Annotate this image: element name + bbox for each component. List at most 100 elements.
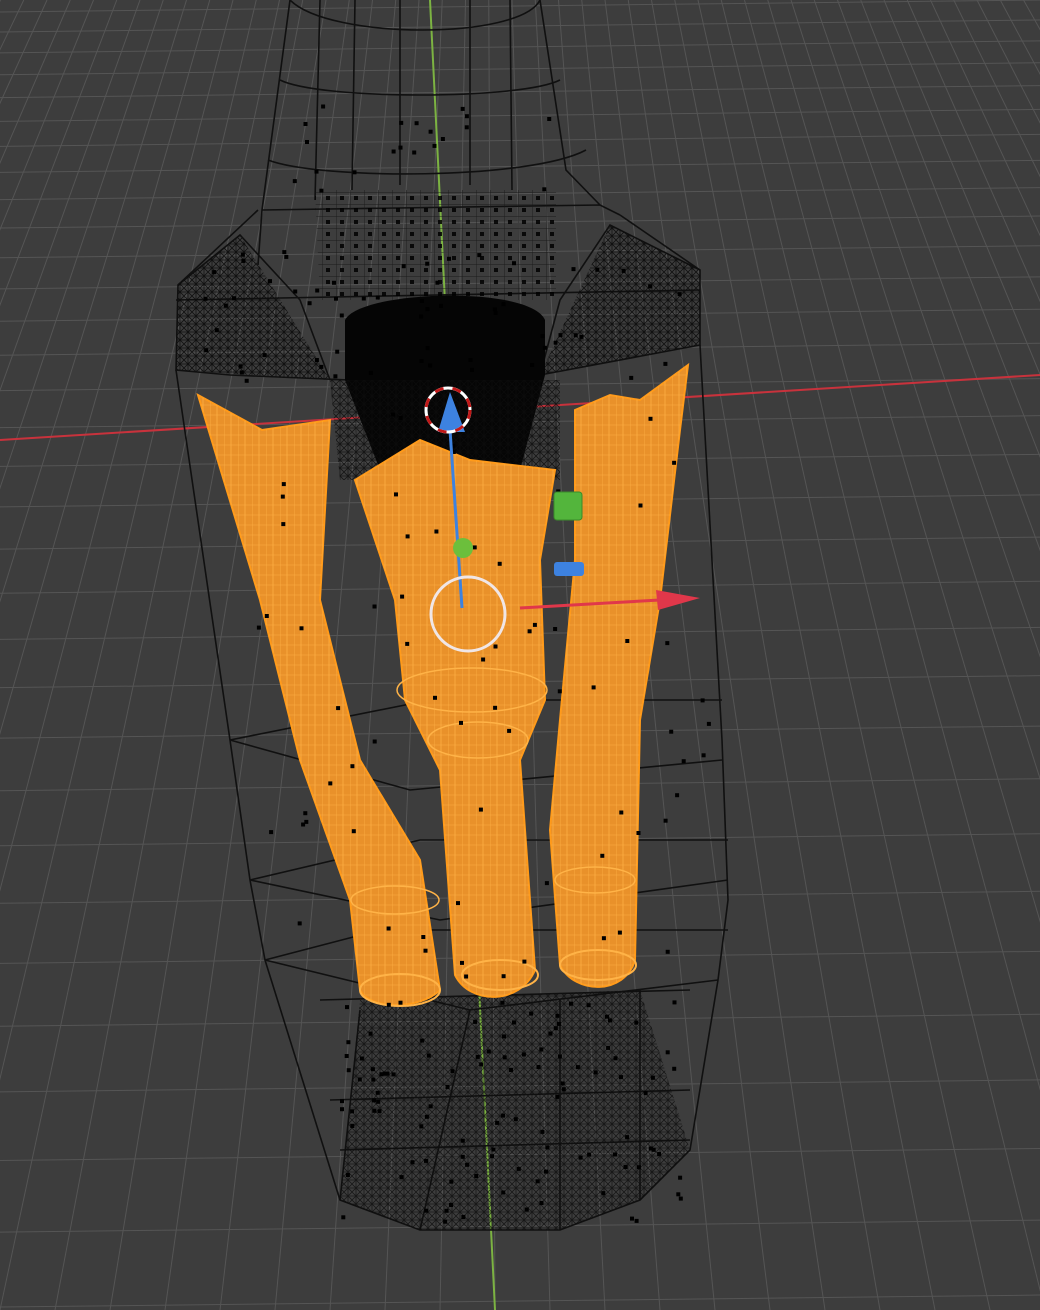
mesh-vertex bbox=[377, 1109, 382, 1114]
mesh-vertex bbox=[657, 1152, 662, 1156]
mesh-vertex bbox=[648, 416, 653, 421]
mesh-vertex bbox=[548, 1031, 553, 1036]
mesh-vertex bbox=[203, 296, 208, 301]
mesh-vertex bbox=[424, 1158, 428, 1163]
mesh-vertex bbox=[368, 1031, 373, 1036]
mesh-vertex bbox=[636, 831, 641, 835]
grid-line bbox=[0, 0, 234, 892]
mesh-vertex bbox=[677, 292, 682, 297]
gizmo-y-axis-handle[interactable] bbox=[453, 538, 473, 558]
mesh-vertex bbox=[625, 1135, 630, 1140]
mesh-vertex bbox=[665, 1050, 670, 1055]
mesh-vertex bbox=[424, 1208, 429, 1213]
grid-line bbox=[999, 0, 1040, 75]
mesh-vertex bbox=[264, 614, 269, 618]
mesh-vertex bbox=[332, 280, 336, 285]
mesh-vertex bbox=[447, 256, 451, 261]
mesh-vertex bbox=[449, 1179, 454, 1184]
mesh-vertex bbox=[385, 1071, 390, 1076]
grid-line bbox=[1023, 0, 1040, 31]
mesh-vertex bbox=[681, 759, 686, 764]
mesh-vertex bbox=[542, 345, 547, 350]
mesh-vertex bbox=[350, 1109, 355, 1114]
mesh-vertex bbox=[468, 358, 473, 362]
grid-line bbox=[674, 0, 936, 1310]
mesh-vertex bbox=[386, 1002, 391, 1007]
mesh-vertex bbox=[386, 926, 391, 931]
mesh-vertex bbox=[558, 333, 563, 338]
mesh-vertex bbox=[672, 460, 677, 465]
mesh-vertex bbox=[303, 811, 308, 816]
mesh-vertex bbox=[399, 1175, 404, 1180]
mesh-vertex bbox=[232, 296, 236, 301]
mesh-vertex bbox=[501, 974, 506, 979]
grid-line bbox=[0, 1294, 1040, 1308]
mesh-vertex bbox=[456, 901, 460, 906]
mesh-vertex bbox=[375, 1090, 380, 1095]
mesh-vertex bbox=[536, 1065, 541, 1069]
mesh-vertex bbox=[280, 494, 285, 499]
mesh-vertex bbox=[507, 728, 512, 733]
mesh-vertex bbox=[371, 1077, 376, 1082]
mesh-vertex bbox=[473, 1019, 478, 1024]
mesh-vertex bbox=[352, 170, 357, 175]
right-tube-mesh[interactable] bbox=[548, 362, 690, 988]
mesh-vertex bbox=[379, 1072, 384, 1077]
mesh-vertex bbox=[648, 284, 653, 289]
mesh-vertex bbox=[241, 258, 246, 263]
grid-line bbox=[0, 0, 71, 165]
mesh-vertex bbox=[619, 1075, 623, 1080]
mesh-vertex bbox=[412, 150, 417, 155]
gizmo-y-plane-handle[interactable] bbox=[553, 491, 583, 521]
mesh-vertex bbox=[540, 1129, 545, 1134]
grid-line bbox=[744, 0, 1040, 1091]
grid-line bbox=[0, 0, 187, 603]
gizmo-z-plane-handle[interactable] bbox=[554, 562, 584, 576]
mesh-vertex bbox=[426, 1053, 431, 1058]
mesh-vertex bbox=[460, 960, 464, 965]
mesh-vertex bbox=[630, 1216, 634, 1221]
mesh-vertex bbox=[475, 1054, 480, 1059]
mesh-vertex bbox=[414, 121, 419, 126]
mesh-vertex bbox=[521, 1052, 526, 1057]
bottom-dense-mesh bbox=[340, 990, 690, 1230]
gizmo-x-arrow[interactable] bbox=[656, 590, 700, 610]
mesh-vertex bbox=[493, 705, 498, 710]
mesh-vertex bbox=[634, 1020, 639, 1025]
3d-viewport[interactable] bbox=[0, 0, 1040, 1310]
grid-line bbox=[0, 0, 48, 105]
mesh-vertex bbox=[428, 1104, 433, 1109]
mesh-vertex bbox=[256, 625, 261, 630]
mesh-vertex bbox=[512, 261, 516, 266]
mesh-vertex bbox=[619, 810, 624, 815]
mesh-vertex bbox=[545, 1145, 550, 1150]
mesh-vertex bbox=[613, 1056, 618, 1061]
mesh-vertex bbox=[370, 1067, 375, 1072]
mesh-vertex bbox=[419, 299, 424, 303]
mesh-vertex bbox=[524, 1207, 529, 1212]
mesh-vertex bbox=[328, 781, 333, 786]
mesh-vertex bbox=[391, 149, 396, 154]
mesh-vertex bbox=[502, 1055, 507, 1060]
mesh-vertex bbox=[539, 1201, 544, 1205]
grid-line bbox=[0, 62, 1040, 76]
mesh-vertex bbox=[375, 295, 380, 300]
grid-line bbox=[0, 0, 1040, 13]
mesh-vertex bbox=[617, 930, 622, 935]
mesh-vertex bbox=[240, 252, 245, 257]
mesh-vertex bbox=[663, 361, 668, 366]
mesh-vertex bbox=[305, 140, 309, 144]
mesh-vertex bbox=[459, 720, 463, 725]
grid-line bbox=[906, 0, 1040, 303]
mesh-vertex bbox=[486, 1049, 491, 1054]
mesh-vertex bbox=[672, 1000, 677, 1005]
mesh-vertex bbox=[335, 349, 340, 354]
mesh-vertex bbox=[509, 1068, 513, 1072]
mesh-vertex bbox=[428, 129, 433, 134]
viewport-canvas[interactable] bbox=[0, 0, 1040, 1310]
mesh-vertex bbox=[432, 143, 437, 148]
mesh-vertex bbox=[341, 1215, 346, 1220]
mesh-vertex bbox=[544, 1169, 548, 1174]
mesh-vertex bbox=[223, 303, 228, 308]
mesh-vertex bbox=[621, 268, 626, 273]
